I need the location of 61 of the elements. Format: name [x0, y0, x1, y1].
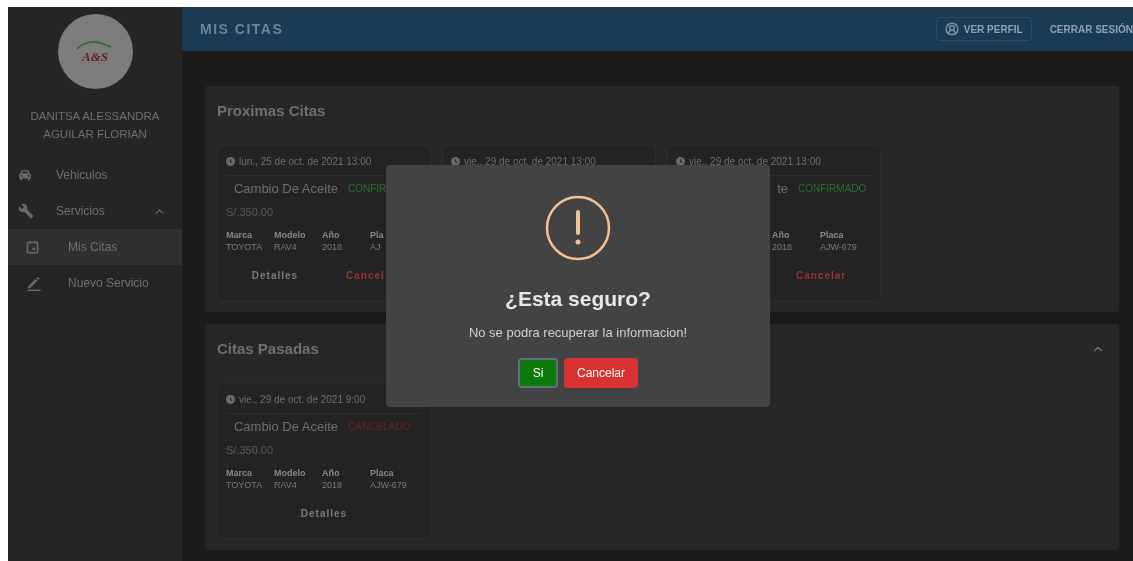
nav-label: Vehiculos [56, 167, 109, 184]
nav-item[interactable]: Vehiculos [8, 157, 182, 193]
appointment-date: vie., 29 de oct. de 2021 13:00 [464, 155, 596, 169]
nav-label: Mis Citas [68, 239, 118, 256]
nav-item[interactable]: Servicios [8, 193, 182, 229]
spec-label: Placa [820, 229, 845, 241]
logo-text: A&S [82, 50, 108, 63]
clock-icon [226, 157, 235, 166]
cancel-button[interactable]: Cancel [346, 265, 385, 286]
status-label: CONFIRMADO [798, 182, 867, 196]
spec-label: Marca [226, 229, 253, 241]
calendar-icon [26, 240, 39, 254]
details-button[interactable]: Detalles [300, 503, 348, 524]
spec-value: AJ [370, 241, 382, 253]
confirm-button[interactable]: Si [518, 358, 558, 388]
spec-value: 2018 [322, 241, 344, 253]
spec-value: TOYOTA [226, 479, 264, 491]
service-title: Cambio De Aceite [233, 420, 338, 434]
wrench-icon [18, 203, 34, 219]
dialog-title: ¿Esta seguro? [505, 286, 651, 312]
nav-label: Nuevo Servicio [68, 275, 149, 292]
cancel-button[interactable]: Cancelar [796, 265, 847, 286]
user-icon [944, 22, 959, 36]
warning-icon [545, 195, 611, 261]
spec-value: 2018 [772, 241, 794, 253]
panel-title: Proximas Citas [217, 100, 327, 121]
status-label: CANCELADO [348, 420, 411, 434]
spec-label: Placa [370, 467, 395, 479]
dialog-message: No se podra recuperar la informacion! [468, 323, 688, 342]
appointment-date: vie., 29 de oct. de 2021 13:00 [689, 155, 821, 169]
spec-label: Pla [370, 229, 385, 241]
nav-item[interactable]: Nuevo Servicio [8, 265, 182, 301]
details-button[interactable]: Detalles [251, 265, 299, 286]
spec-value: 2018 [322, 479, 344, 491]
appointment-date: lun., 25 de oct. de 2021 13:00 [239, 155, 372, 169]
status-label: CONFIR [348, 182, 387, 196]
user-name: DANITSA ALESSANDRA AGUILAR FLORIAN [29, 109, 161, 142]
spec-label: Marca [226, 467, 253, 479]
spec-label: Modelo [274, 467, 307, 479]
car-icon [18, 169, 32, 181]
service-title: te [777, 182, 788, 196]
panel-title: Citas Pasadas [217, 338, 320, 359]
profile-button[interactable]: VER PERFIL [935, 17, 1032, 41]
spec-label: Modelo [274, 229, 307, 241]
spec-value: RAV4 [274, 241, 298, 253]
spec-label: Año [322, 467, 341, 479]
spec-value: RAV4 [274, 479, 298, 491]
appointment-date: vie., 29 de oct. de 2021 9:00 [239, 393, 366, 407]
service-title: Cambio De Aceite [233, 182, 338, 196]
pencil-icon [26, 275, 42, 291]
nav-item[interactable]: Mis Citas [8, 229, 182, 265]
clock-icon [226, 395, 235, 404]
spec-value: TOYOTA [226, 241, 264, 253]
nav-label: Servicios [56, 203, 106, 220]
spec-label: Año [772, 229, 791, 241]
spec-value: AJW-679 [370, 479, 408, 491]
spec-label: Año [322, 229, 341, 241]
logout-button[interactable]: CERRAR SESIÓN [1049, 21, 1133, 37]
cancel-button[interactable]: Cancelar [564, 358, 638, 388]
spec-value: AJW-679 [820, 241, 858, 253]
page-title: MIS CITAS [200, 19, 285, 39]
